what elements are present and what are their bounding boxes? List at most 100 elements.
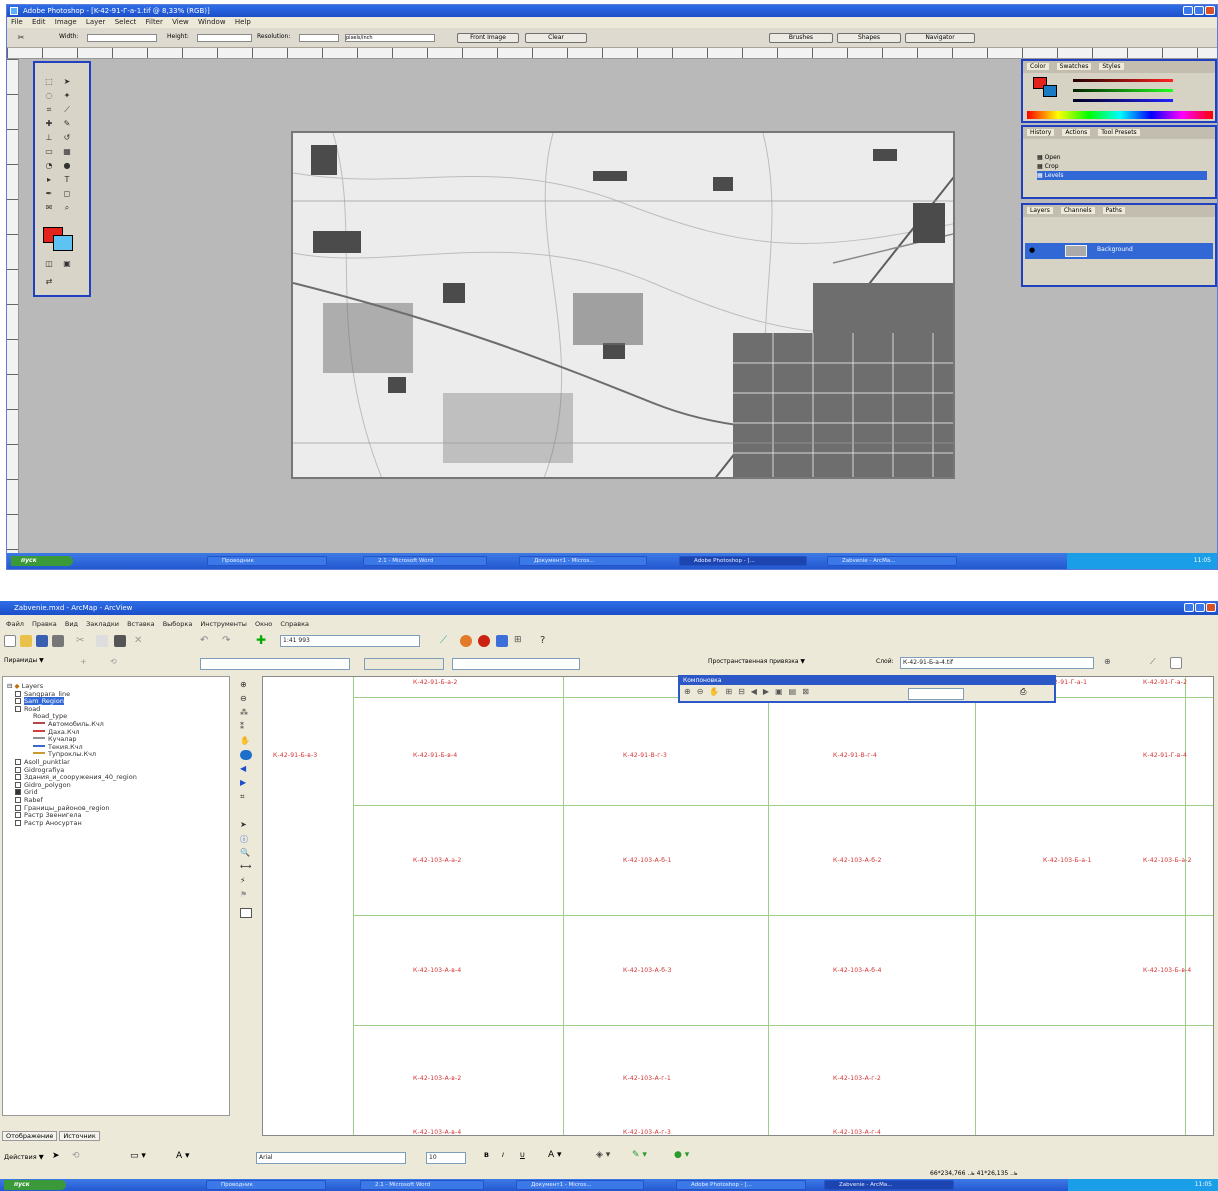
spatial-adjustment-label[interactable]: Пространственная привязка ▼: [708, 658, 805, 665]
tab-display[interactable]: Отображение: [2, 1131, 58, 1141]
map-scale-combo[interactable]: 1:41 993: [280, 635, 420, 647]
pen-tool-icon[interactable]: ✒: [43, 189, 55, 199]
new-document-icon[interactable]: [4, 635, 16, 647]
notes-tool-icon[interactable]: ✉: [43, 203, 55, 213]
tab-actions[interactable]: Actions: [1062, 129, 1091, 136]
toc-layer[interactable]: Растр Аносуртан: [7, 819, 225, 828]
open-folder-icon[interactable]: [20, 635, 32, 647]
maximize-button[interactable]: [1195, 603, 1205, 612]
select-features-icon[interactable]: ⌗: [240, 792, 252, 802]
history-item[interactable]: ▦ Crop: [1037, 162, 1207, 171]
history-item[interactable]: ▦ Levels: [1037, 171, 1207, 180]
layout-print-icon[interactable]: ⎙: [1020, 687, 1026, 697]
arctoolbox-icon[interactable]: [460, 635, 472, 647]
full-extent-icon[interactable]: [240, 750, 252, 760]
scanned-map-image[interactable]: [291, 131, 955, 479]
red-slider[interactable]: [1073, 79, 1173, 82]
editor-toolbar-icon[interactable]: ⟋: [440, 635, 452, 647]
fixed-zoom-out-icon[interactable]: ⁑: [240, 722, 252, 732]
tab-source[interactable]: Источник: [59, 1131, 100, 1141]
taskbar-arcmap[interactable]: Zabvenie - ArcMa...: [827, 556, 957, 566]
maximize-button[interactable]: [1194, 6, 1204, 15]
zoom-dropdown-icon[interactable]: ⊕: [1104, 657, 1116, 669]
dodge-tool-icon[interactable]: ●: [61, 161, 73, 171]
start-button[interactable]: пуск: [11, 556, 73, 566]
clear-button[interactable]: Clear: [525, 33, 587, 43]
fixed-zoom-in-icon[interactable]: ⁂: [240, 708, 252, 718]
add-data-icon[interactable]: ✚: [256, 633, 268, 647]
minimize-button[interactable]: [1184, 603, 1194, 612]
clone-stamp-icon[interactable]: ⊥: [43, 133, 55, 143]
hyperlink-icon[interactable]: ⚡: [240, 876, 252, 886]
italic-button[interactable]: I: [502, 1151, 504, 1159]
menu-tools[interactable]: Инструменты: [200, 620, 247, 628]
screen-mode-icon[interactable]: ▣: [61, 259, 73, 269]
link-table-icon[interactable]: [1170, 657, 1182, 669]
color-background-swatch[interactable]: [1043, 85, 1057, 97]
menu-edit[interactable]: Edit: [32, 18, 46, 26]
resolution-input[interactable]: [299, 34, 339, 42]
menu-file[interactable]: File: [11, 18, 23, 26]
command-line-icon[interactable]: [496, 635, 508, 647]
tab-styles[interactable]: Styles: [1099, 63, 1124, 70]
menu-window[interactable]: Window: [198, 18, 226, 26]
add-control-point-icon[interactable]: ⟋: [1150, 657, 1162, 669]
start-button[interactable]: пуск: [4, 1180, 66, 1190]
taskbar-explorer[interactable]: Проводник: [206, 1180, 326, 1190]
paste-icon[interactable]: [114, 635, 126, 647]
rotate-icon[interactable]: ⟲: [110, 657, 122, 669]
healing-brush-icon[interactable]: ✚: [43, 119, 55, 129]
zoom-in-icon[interactable]: ⊕: [240, 680, 252, 690]
tab-tool-presets[interactable]: Tool Presets: [1098, 129, 1140, 136]
slice-tool-icon[interactable]: ⟋: [61, 105, 73, 115]
history-item[interactable]: ▦ Open: [1037, 153, 1207, 162]
arccatalog-icon[interactable]: [478, 635, 490, 647]
taskbar-photoshop[interactable]: Adobe Photoshop - [...: [679, 556, 807, 566]
html-popup-icon[interactable]: ⚑: [240, 890, 252, 900]
tab-history[interactable]: History: [1027, 129, 1055, 136]
forward-extent-icon[interactable]: ▶: [240, 778, 252, 788]
zoom-out-icon[interactable]: ⊖: [240, 694, 252, 704]
width-input[interactable]: [87, 34, 157, 42]
underline-button[interactable]: U: [520, 1151, 525, 1159]
close-button[interactable]: [1206, 603, 1216, 612]
magic-wand-tool-icon[interactable]: ✦: [61, 91, 73, 101]
palette-well-navigator[interactable]: Navigator: [905, 33, 975, 43]
python-window-icon[interactable]: ⊞: [514, 635, 526, 647]
layer-row[interactable]: ● Background: [1025, 243, 1213, 259]
shape-tool-icon[interactable]: ◻: [61, 189, 73, 199]
menu-view[interactable]: Вид: [65, 620, 78, 628]
background-color-swatch[interactable]: [53, 235, 73, 251]
taskbar-photoshop[interactable]: Adobe Photoshop - [...: [676, 1180, 806, 1190]
eyedropper-tool-icon[interactable]: ⌕: [61, 203, 73, 213]
gradient-tool-icon[interactable]: ▦: [61, 147, 73, 157]
bold-button[interactable]: B: [484, 1151, 489, 1159]
history-brush-icon[interactable]: ↺: [61, 133, 73, 143]
map-view[interactable]: К-42-91-Б-а-2 К-42-91-Г-а-1 К-42-91-Г-а-2 К…: [262, 676, 1214, 1136]
taskbar-word-2[interactable]: Документ1 - Micros...: [519, 556, 647, 566]
undo-icon[interactable]: ↶: [200, 635, 212, 647]
select-elements-icon[interactable]: ➤: [52, 1151, 60, 1161]
find-icon[interactable]: 🔍: [240, 848, 252, 858]
resolution-unit-select[interactable]: pixels/inch: [345, 34, 435, 42]
menu-window[interactable]: Окно: [255, 620, 272, 628]
brush-tool-icon[interactable]: ✎: [61, 119, 73, 129]
menu-filter[interactable]: Filter: [146, 18, 163, 26]
marker-color-icon[interactable]: ● ▾: [674, 1150, 689, 1160]
palette-well-brushes[interactable]: Brushes: [769, 33, 833, 43]
type-tool-icon[interactable]: T: [61, 175, 73, 185]
menu-help[interactable]: Help: [235, 18, 251, 26]
marquee-tool-icon[interactable]: ⬚: [43, 77, 55, 87]
toc-layer[interactable]: Gidro_polygon: [7, 781, 225, 790]
tab-color[interactable]: Color: [1027, 63, 1049, 70]
measure-icon[interactable]: ⟷: [240, 862, 252, 872]
menu-edit[interactable]: Правка: [32, 620, 57, 628]
taskbar-word-1[interactable]: 2.1 - Microsoft Word: [363, 556, 487, 566]
menu-view[interactable]: View: [172, 18, 189, 26]
fill-color-icon[interactable]: ◈ ▾: [596, 1150, 610, 1160]
menu-file[interactable]: Файл: [6, 620, 24, 628]
identify-icon[interactable]: ⓘ: [240, 834, 252, 844]
pan-icon[interactable]: ✋: [240, 736, 252, 746]
menu-help[interactable]: Справка: [280, 620, 309, 628]
taskbar-word-2[interactable]: Документ1 - Micros...: [516, 1180, 644, 1190]
